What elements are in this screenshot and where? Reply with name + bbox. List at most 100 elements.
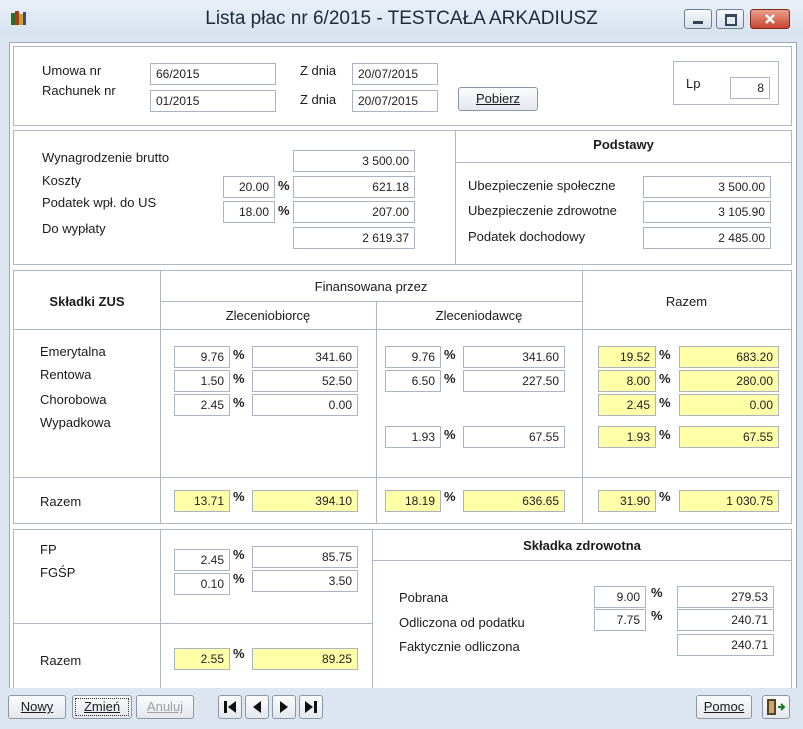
pct-sign: %	[233, 547, 245, 562]
chorobowa-razem-value-field[interactable]: 0.00	[679, 394, 779, 416]
zus-financed-rule	[160, 301, 582, 302]
summary-panel: Wynagrodzenie brutto 3 500.00 Koszty 20.…	[13, 130, 792, 265]
zleceniobiorca-header: Zleceniobiorcę	[225, 308, 311, 323]
fgsp-value-field[interactable]: 3.50	[252, 570, 358, 592]
first-record-button[interactable]	[218, 695, 242, 719]
odliczona-pct-field[interactable]: 7.75	[594, 609, 646, 631]
fp-label: FP	[40, 542, 57, 557]
pct-sign: %	[233, 489, 245, 504]
exit-button[interactable]	[762, 695, 790, 719]
rentowa-zb-pct-field[interactable]: 1.50	[174, 370, 230, 392]
pobierz-button[interactable]: Pobierz	[458, 87, 538, 111]
odliczona-value-field[interactable]: 240.71	[677, 609, 774, 631]
wypadkowa-zd-value-field[interactable]: 67.55	[463, 426, 565, 448]
pct-sign: %	[233, 347, 245, 362]
fgsp-label: FGŚP	[40, 565, 76, 580]
emerytalna-zb-value-field[interactable]: 341.60	[252, 346, 358, 368]
minimize-button[interactable]	[684, 9, 712, 29]
pct-sign: %	[659, 427, 671, 442]
zus-panel: Składki ZUS Finansowana przez Zleceniobi…	[13, 270, 792, 524]
podatek-value-field[interactable]: 207.00	[293, 201, 415, 223]
wypadkowa-razem-pct-field[interactable]: 1.93	[598, 426, 656, 448]
koszty-pct-sign: %	[278, 178, 290, 193]
next-record-button[interactable]	[272, 695, 296, 719]
funds-divider	[160, 530, 161, 690]
zdrowotne-label: Ubezpieczenie zdrowotne	[468, 203, 617, 218]
chorobowa-zb-value-field[interactable]: 0.00	[252, 394, 358, 416]
pct-sign: %	[444, 347, 456, 362]
fgsp-pct-field[interactable]: 0.10	[174, 573, 230, 595]
umowa-date-field[interactable]: 20/07/2015	[352, 63, 438, 85]
wyplata-label: Do wypłaty	[42, 221, 106, 236]
zus-divider-2	[376, 301, 377, 523]
zmien-button[interactable]: Zmień	[72, 695, 132, 719]
pct-sign: %	[444, 371, 456, 386]
pct-sign: %	[659, 371, 671, 386]
zus-total-zd-pct-field[interactable]: 18.19	[385, 490, 441, 512]
pomoc-button[interactable]: Pomoc	[696, 695, 752, 719]
fp-value-field[interactable]: 85.75	[252, 546, 358, 568]
chorobowa-razem-pct-field[interactable]: 2.45	[598, 394, 656, 416]
dochodowy-field[interactable]: 2 485.00	[643, 227, 771, 249]
koszty-pct-field[interactable]: 20.00	[223, 176, 275, 198]
wypadkowa-zd-pct-field[interactable]: 1.93	[385, 426, 441, 448]
zus-total-zb-pct-field[interactable]: 13.71	[174, 490, 230, 512]
rachunek-number-field[interactable]: 01/2015	[150, 90, 276, 112]
anuluj-button[interactable]: Anuluj	[136, 695, 194, 719]
brutto-field[interactable]: 3 500.00	[293, 150, 415, 172]
rachunek-date-field[interactable]: 20/07/2015	[352, 90, 438, 112]
emerytalna-zd-pct-field[interactable]: 9.76	[385, 346, 441, 368]
zus-title: Składki ZUS	[49, 294, 125, 309]
umowa-number-field[interactable]: 66/2015	[150, 63, 276, 85]
zus-header-rule	[14, 329, 791, 330]
maximize-button[interactable]	[716, 9, 744, 29]
pct-sign: %	[233, 646, 245, 661]
close-button[interactable]	[750, 9, 790, 29]
nowy-button[interactable]: Nowy	[8, 695, 66, 719]
brutto-label: Wynagrodzenie brutto	[42, 150, 170, 165]
faktycznie-value-field[interactable]: 240.71	[677, 634, 774, 656]
pct-sign: %	[233, 395, 245, 410]
zus-total-zb-value-field[interactable]: 394.10	[252, 490, 358, 512]
emerytalna-razem-pct-field[interactable]: 19.52	[598, 346, 656, 368]
podstawy-title-rule	[455, 162, 792, 163]
rachunek-label: Rachunek nr	[42, 83, 116, 98]
zus-total-label: Razem	[40, 494, 82, 509]
pobrana-label: Pobrana	[399, 590, 449, 605]
wyplata-field[interactable]: 2 619.37	[293, 227, 415, 249]
zus-total-zd-value-field[interactable]: 636.65	[463, 490, 565, 512]
spoleczne-field[interactable]: 3 500.00	[643, 176, 771, 198]
last-record-button[interactable]	[299, 695, 323, 719]
emerytalna-zb-pct-field[interactable]: 9.76	[174, 346, 230, 368]
funds-total-value-field[interactable]: 89.25	[252, 648, 358, 670]
emerytalna-zd-value-field[interactable]: 341.60	[463, 346, 565, 368]
fp-pct-field[interactable]: 2.45	[174, 549, 230, 571]
funds-total-pct-field[interactable]: 2.55	[174, 648, 230, 670]
rentowa-zb-value-field[interactable]: 52.50	[252, 370, 358, 392]
rentowa-zd-pct-field[interactable]: 6.50	[385, 370, 441, 392]
rentowa-razem-pct-field[interactable]: 8.00	[598, 370, 656, 392]
emerytalna-razem-value-field[interactable]: 683.20	[679, 346, 779, 368]
chorobowa-zb-pct-field[interactable]: 2.45	[174, 394, 230, 416]
rentowa-razem-value-field[interactable]: 280.00	[679, 370, 779, 392]
zdrowotne-field[interactable]: 3 105.90	[643, 201, 771, 223]
pobrana-value-field[interactable]: 279.53	[677, 586, 774, 608]
pobrana-pct-field[interactable]: 9.00	[594, 586, 646, 608]
zus-total-razem-pct-field[interactable]: 31.90	[598, 490, 656, 512]
prev-record-button[interactable]	[245, 695, 269, 719]
health-title: Składka zdrowotna	[523, 538, 641, 553]
koszty-value-field[interactable]: 621.18	[293, 176, 415, 198]
zus-total-razem-value-field[interactable]: 1 030.75	[679, 490, 779, 512]
podatek-pct-field[interactable]: 18.00	[223, 201, 275, 223]
rentowa-label: Rentowa	[40, 367, 92, 382]
rentowa-zd-value-field[interactable]: 227.50	[463, 370, 565, 392]
wypadkowa-razem-value-field[interactable]: 67.55	[679, 426, 779, 448]
pct-sign: %	[233, 371, 245, 386]
health-panel: Składka zdrowotna Pobrana 9.00 % 279.53 …	[372, 529, 792, 691]
prev-record-icon	[253, 701, 261, 713]
pct-sign: %	[659, 395, 671, 410]
title-bar[interactable]: Lista płac nr 6/2015 - TESTCAŁA ARKADIUS…	[0, 0, 803, 36]
pct-sign: %	[444, 489, 456, 504]
first-record-icon	[224, 701, 236, 713]
window-title: Lista płac nr 6/2015 - TESTCAŁA ARKADIUS…	[205, 8, 598, 29]
